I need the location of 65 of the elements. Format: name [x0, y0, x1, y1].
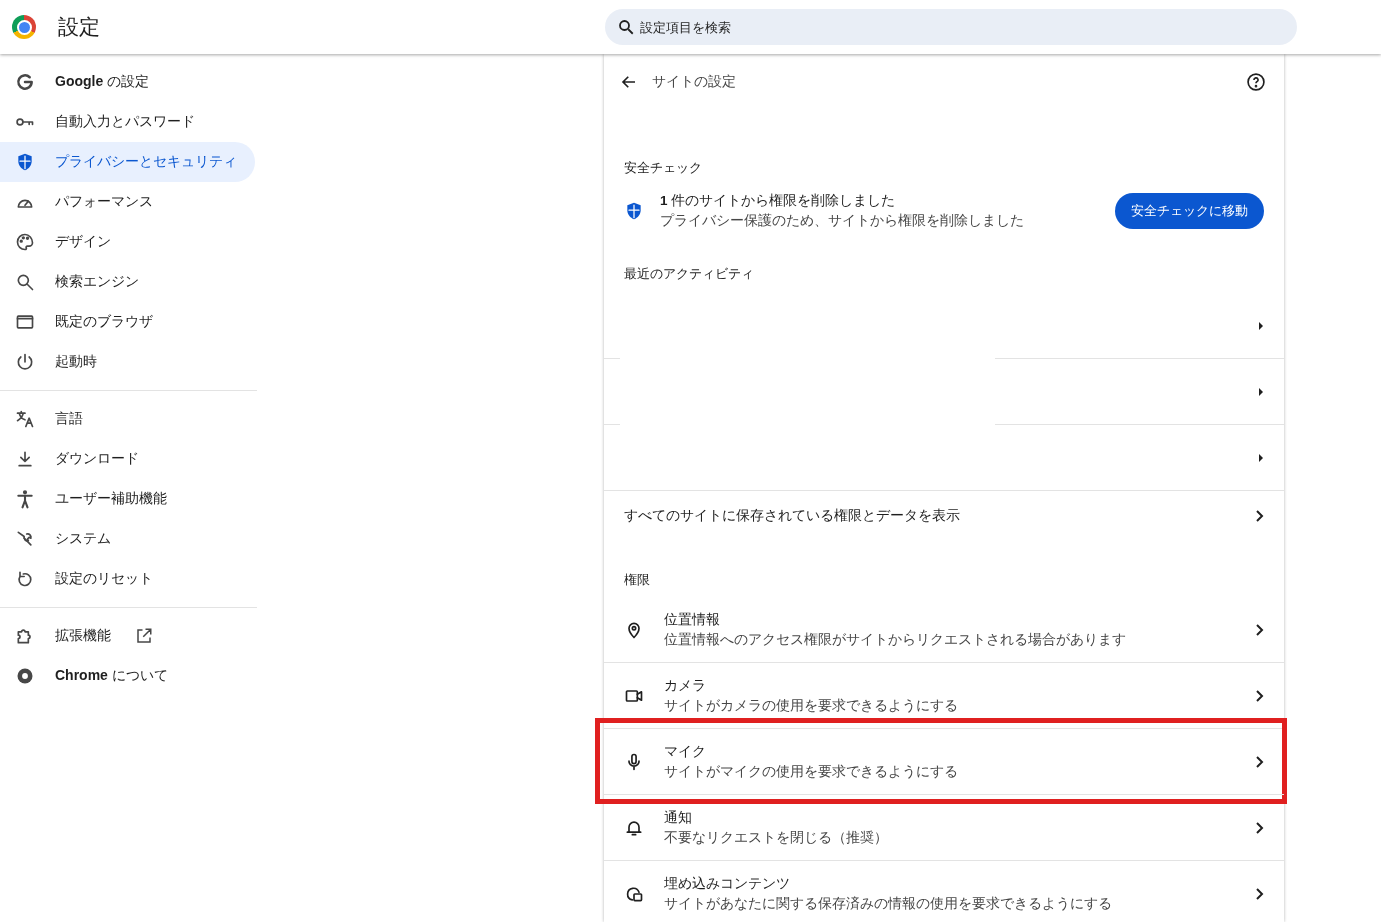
all-sites-row[interactable]: すべてのサイトに保存されている権限とデータを表示 — [604, 490, 1284, 541]
google-g-icon — [15, 72, 35, 92]
permission-row[interactable]: マイク サイトがマイクの使用を要求できるようにする — [604, 728, 1284, 794]
sidebar-item[interactable]: プライバシーとセキュリティ — [0, 142, 255, 182]
permission-description: サイトがカメラの使用を要求できるようにする — [664, 696, 959, 715]
search-field[interactable]: 設定項目を検索 — [605, 9, 1297, 45]
all-sites-label: すべてのサイトに保存されている権限とデータを表示 — [624, 507, 961, 525]
browser-window-icon — [15, 312, 35, 332]
sidebar-item[interactable]: パフォーマンス — [0, 182, 255, 222]
permission-row[interactable]: 埋め込みコンテンツ サイトがあなたに関する保存済みの情報の使用を要求できるようにする — [604, 860, 1284, 922]
chevron-right-icon — [1254, 820, 1264, 835]
download-icon — [15, 449, 35, 469]
power-icon — [15, 352, 35, 372]
section-heading: 安全チェック — [623, 159, 703, 177]
sidebar-item[interactable]: ダウンロード — [0, 439, 255, 479]
app-title: 設定 — [58, 14, 101, 40]
chevron-right-icon — [1254, 509, 1264, 523]
permission-row[interactable]: 位置情報 位置情報へのアクセス権限がサイトからリクエストされる場合があります — [604, 597, 1284, 662]
reset-icon — [15, 569, 35, 589]
sidebar-item[interactable]: 拡張機能 — [0, 616, 255, 656]
chrome-logo-icon — [15, 666, 35, 686]
palette-icon — [15, 232, 35, 252]
search-icon — [15, 272, 35, 292]
caret-right-icon — [1258, 320, 1264, 331]
sidebar-item[interactable]: デザイン — [0, 222, 255, 262]
translate-icon — [15, 409, 35, 429]
caret-right-icon — [1258, 386, 1264, 397]
sidebar-item[interactable]: システム — [0, 519, 255, 559]
accessibility-person-icon — [15, 489, 35, 509]
safety-check-button[interactable]: 安全チェックに移動 — [1115, 193, 1264, 229]
chevron-right-icon — [1254, 754, 1264, 769]
permission-title: 位置情報 — [664, 610, 721, 629]
chevron-right-icon — [1254, 886, 1264, 901]
sidebar-item[interactable]: 既定のブラウザ — [0, 302, 255, 342]
sidebar-item[interactable]: 起動時 — [0, 342, 255, 382]
sidebar-item[interactable]: 設定のリセット — [0, 559, 255, 599]
section-heading: 最近のアクティビティ — [623, 265, 755, 283]
permission-title: マイク — [664, 742, 707, 761]
permission-description: サイトがマイクの使用を要求できるようにする — [664, 762, 959, 781]
shield-icon — [624, 201, 644, 221]
page-title: サイトの設定 — [652, 72, 737, 91]
chevron-right-icon — [1254, 622, 1264, 637]
caret-right-icon — [1258, 452, 1264, 463]
sidebar-item[interactable]: Chrome について — [0, 656, 255, 696]
sidebar-item[interactable]: 言語 — [0, 399, 255, 439]
permission-row[interactable]: カメラ サイトがカメラの使用を要求できるようにする — [604, 662, 1284, 728]
permission-title: 埋め込みコンテンツ — [664, 874, 791, 893]
permission-title: 通知 — [664, 808, 693, 827]
permission-description: 不要なリクエストを閉じる（推奨） — [664, 828, 889, 847]
permission-description: サイトがあなたに関する保存済みの情報の使用を要求できるようにする — [664, 894, 1113, 913]
safety-check-description: プライバシー保護のため、サイトから権限を削除しました — [660, 212, 1025, 230]
sidebar-item[interactable]: Google の設定 — [0, 62, 255, 102]
permission-description: 位置情報へのアクセス権限がサイトからリクエストされる場合があります — [664, 630, 1127, 649]
browser-logo-icon — [12, 15, 36, 39]
shield-icon — [15, 152, 35, 172]
permission-row[interactable]: 通知 不要なリクエストを閉じる（推奨） — [604, 794, 1284, 860]
help-icon[interactable] — [1246, 71, 1266, 92]
sidebar-item[interactable]: ユーザー補助機能 — [0, 479, 255, 519]
permission-title: カメラ — [664, 676, 707, 695]
sidebar-item[interactable]: 検索エンジン — [0, 262, 255, 302]
wrench-icon — [15, 529, 35, 549]
chevron-right-icon — [1254, 688, 1264, 703]
safety-check-title: 1 件のサイトから権限を削除しました — [660, 192, 897, 210]
section-heading: 権限 — [623, 571, 651, 589]
sidebar-item[interactable]: 自動入力とパスワード — [0, 102, 255, 142]
